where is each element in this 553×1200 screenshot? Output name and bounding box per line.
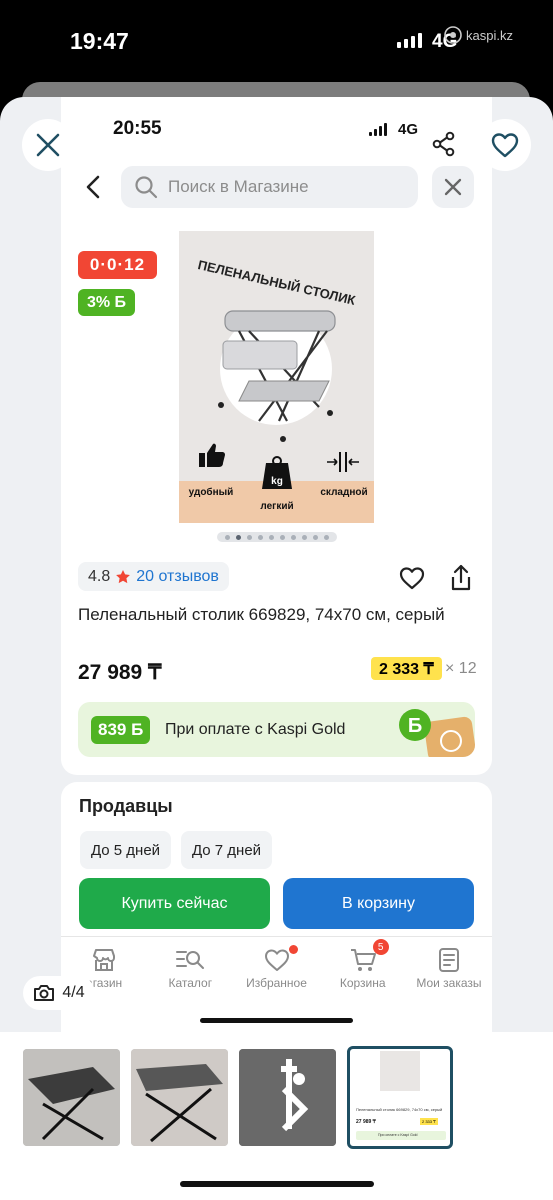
kaspi-gold-banner[interactable]: 839 Б При оплате с Kaspi Gold Б [78, 702, 475, 757]
tab-label: Корзина [339, 976, 386, 990]
heart-icon [264, 949, 289, 971]
inner-time: 20:55 [113, 118, 162, 139]
gallery-dot[interactable] [313, 534, 318, 540]
gallery-dot[interactable] [324, 534, 329, 540]
inner-network: 4G [398, 121, 419, 138]
gallery-dot[interactable] [302, 534, 307, 540]
tab-label: Каталог [168, 976, 213, 990]
product-title: Пеленальный столик 669829, 74x70 см, сер… [78, 605, 445, 624]
thumb-photo [131, 1049, 228, 1146]
gallery-dot[interactable] [258, 534, 263, 540]
photo-counter: 4/4 [23, 976, 95, 1010]
product-price: 27 989 ₸ [78, 661, 162, 684]
kaspi-watermark: kaspi.kz [444, 26, 513, 44]
bonus-badge: 3% Б [78, 289, 135, 316]
mini-product-image [380, 1051, 420, 1091]
buy-now-button[interactable]: Купить сейчас [79, 878, 270, 929]
gallery-pagination[interactable] [217, 532, 337, 542]
heart-icon [491, 133, 519, 158]
outer-status-bar: 19:47 4G kaspi.kz [0, 0, 553, 80]
store-icon [93, 949, 116, 971]
gold-banner-text: При оплате с Kaspi Gold [165, 721, 346, 738]
catalog-search-icon [176, 951, 205, 969]
outer-signal-icon [397, 33, 422, 48]
star-icon [116, 569, 131, 583]
share-product-button[interactable] [449, 564, 473, 597]
installment-price[interactable]: 2 333 ₸ [371, 657, 442, 680]
kaspi-watermark-text: kaspi.kz [466, 27, 513, 43]
clear-search-button[interactable] [432, 166, 474, 208]
inner-signal-icon [369, 123, 387, 136]
search-icon [135, 176, 158, 199]
mini-title: Пеленальный столик 669829, 74x70 см, сер… [356, 1107, 443, 1112]
thumbnail-4-selected[interactable]: Пеленальный столик 669829, 74x70 см, сер… [347, 1046, 453, 1149]
tab-cart[interactable]: 5 Корзина [320, 937, 406, 996]
delivery-chip[interactable]: До 5 дней [80, 831, 171, 869]
bottom-tab-bar: агазин Каталог Избранное 5 Корзина Мои з… [61, 936, 492, 996]
share-top-button[interactable] [431, 131, 457, 162]
inner-home-indicator [200, 1018, 353, 1023]
cart-icon [350, 949, 376, 971]
photo-counter-text: 4/4 [62, 984, 85, 1001]
favorites-dot [288, 945, 298, 954]
feature-label: легкий [260, 501, 293, 512]
kaspi-gold-card-icon: Б [399, 709, 475, 757]
back-button[interactable] [82, 174, 106, 200]
sellers-heading: Продавцы [79, 796, 173, 816]
heart-icon [399, 567, 425, 590]
gallery-dot[interactable] [269, 534, 274, 540]
thumb-photo [239, 1049, 336, 1146]
add-favorite-button[interactable] [399, 566, 425, 595]
thumbnail-2[interactable] [131, 1049, 228, 1146]
gold-bonus-badge: 839 Б [91, 716, 151, 744]
product-illustration: ПЕЛЕНАЛЬНЫЙ СТОЛИК kg удобный легкий скл… [179, 231, 374, 523]
gallery-dot[interactable] [291, 534, 296, 540]
delivery-chip[interactable]: До 7 дней [181, 831, 272, 869]
svg-text:kg: kg [271, 476, 283, 487]
installment-months: × 12 [445, 660, 477, 677]
search-input[interactable] [168, 177, 398, 197]
share-icon [451, 564, 471, 591]
mini-installment: 2 333 ₸ [420, 1118, 438, 1125]
thumb-photo [23, 1049, 120, 1146]
tab-label: Мои заказы [416, 976, 482, 990]
close-icon [36, 133, 60, 157]
kaspi-logo-icon [444, 26, 462, 44]
thumbnail-1[interactable] [23, 1049, 120, 1146]
home-indicator [180, 1181, 374, 1187]
rating-value: 4.8 [88, 567, 111, 585]
tab-favorites[interactable]: Избранное [233, 937, 319, 996]
gallery-dot[interactable] [236, 534, 241, 540]
product-image[interactable]: ПЕЛЕНАЛЬНЫЙ СТОЛИК kg удобный легкий скл… [179, 231, 374, 523]
thumbnail-3[interactable] [239, 1049, 336, 1146]
close-viewer-button[interactable] [22, 119, 74, 171]
outer-time: 19:47 [70, 28, 129, 54]
chevron-left-icon [86, 175, 100, 199]
feature-label: удобный [189, 486, 234, 498]
reviews-link[interactable]: 20 отзывов [136, 568, 219, 586]
gallery-dot[interactable] [225, 534, 230, 540]
search-bar[interactable] [121, 166, 418, 208]
close-icon [444, 178, 462, 196]
rating-chip[interactable]: 4.8 20 отзывов [78, 562, 229, 591]
add-to-cart-button[interactable]: В корзину [283, 878, 474, 929]
tab-label: Избранное [246, 976, 307, 990]
mini-gold-banner: При оплате с Kaspi Gold [356, 1131, 446, 1140]
cart-count-badge: 5 [372, 939, 389, 955]
orders-icon [438, 948, 459, 972]
tab-orders[interactable]: Мои заказы [406, 937, 492, 996]
mini-price: 27 989 ₸ [356, 1119, 376, 1125]
share-nodes-icon [432, 131, 455, 157]
tab-catalog[interactable]: Каталог [147, 937, 233, 996]
svg-text:Б: Б [408, 715, 422, 737]
sale-timer-badge: 0·0·12 [78, 251, 157, 279]
feature-label: складной [320, 487, 367, 498]
screen: 19:47 4G kaspi.kz 20:55 4G 0·0·12 3% Б [0, 0, 553, 1200]
gallery-dot[interactable] [280, 534, 285, 540]
favorite-viewer-button[interactable] [479, 119, 531, 171]
camera-icon [34, 985, 55, 1001]
gallery-dot[interactable] [247, 534, 252, 540]
